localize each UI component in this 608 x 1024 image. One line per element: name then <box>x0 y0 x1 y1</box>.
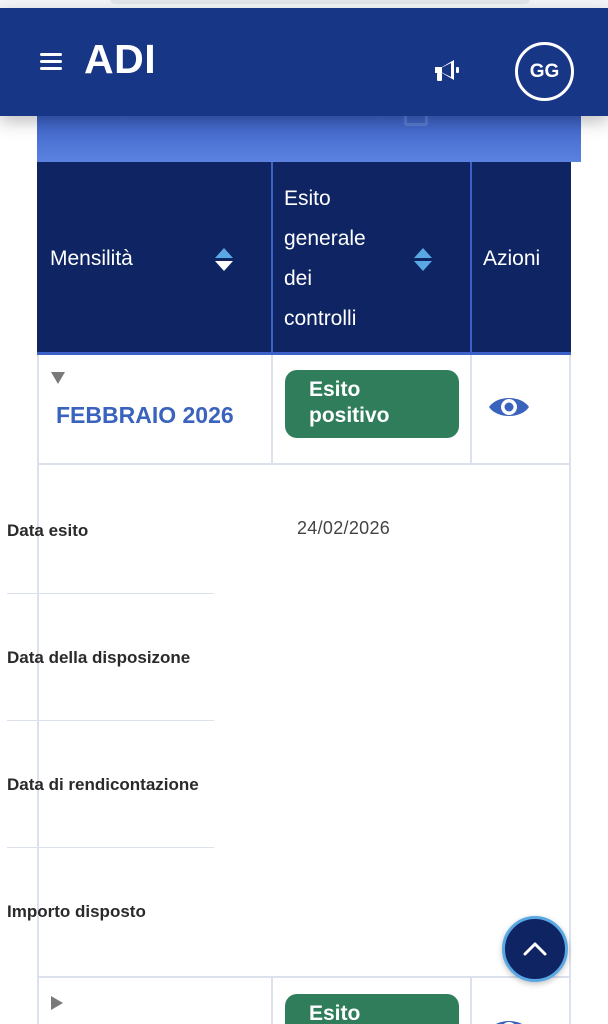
detail-value-data-esito: 24/02/2026 <box>297 518 391 538</box>
column-header-mensilita[interactable]: Mensilità <box>37 162 273 352</box>
table-row[interactable]: FEBBRAIO 2026 Esito positivo <box>37 355 571 465</box>
expand-caret-icon[interactable] <box>51 996 63 1010</box>
user-avatar[interactable]: GG <box>515 42 574 101</box>
table-header: Mensilità Esito generale dei controlli A… <box>37 162 571 355</box>
detail-label: Data esito <box>7 521 89 540</box>
table-row[interactable]: Esito <box>37 976 571 1024</box>
chevron-up-icon <box>523 942 547 956</box>
eye-icon[interactable] <box>487 391 531 423</box>
section-header-bar <box>37 106 581 162</box>
column-header-esito[interactable]: Esito generale dei controlli <box>273 162 472 352</box>
sort-icon[interactable] <box>414 248 432 272</box>
collapse-caret-icon[interactable] <box>51 372 65 384</box>
status-badge: Esito positivo <box>285 370 459 438</box>
row-details: Data esito Data della disposizone Data d… <box>0 465 214 977</box>
app-title: ADI <box>84 36 157 82</box>
month-label: FEBBRAIO 2026 <box>56 402 234 428</box>
detail-label: Data di rendicontazione <box>7 775 199 794</box>
status-strip <box>0 0 608 8</box>
hamburger-icon[interactable] <box>40 53 62 71</box>
column-header-azioni: Azioni <box>483 247 541 270</box>
detail-label: Data della disposizone <box>7 648 191 667</box>
status-badge: Esito <box>285 994 459 1024</box>
scroll-to-top-button[interactable] <box>502 916 568 982</box>
megaphone-icon[interactable] <box>432 57 462 85</box>
sort-icon[interactable] <box>215 248 233 272</box>
app-header: ADI GG <box>0 8 608 116</box>
eye-icon[interactable] <box>487 1014 531 1024</box>
detail-label: Importo disposto <box>7 902 146 921</box>
